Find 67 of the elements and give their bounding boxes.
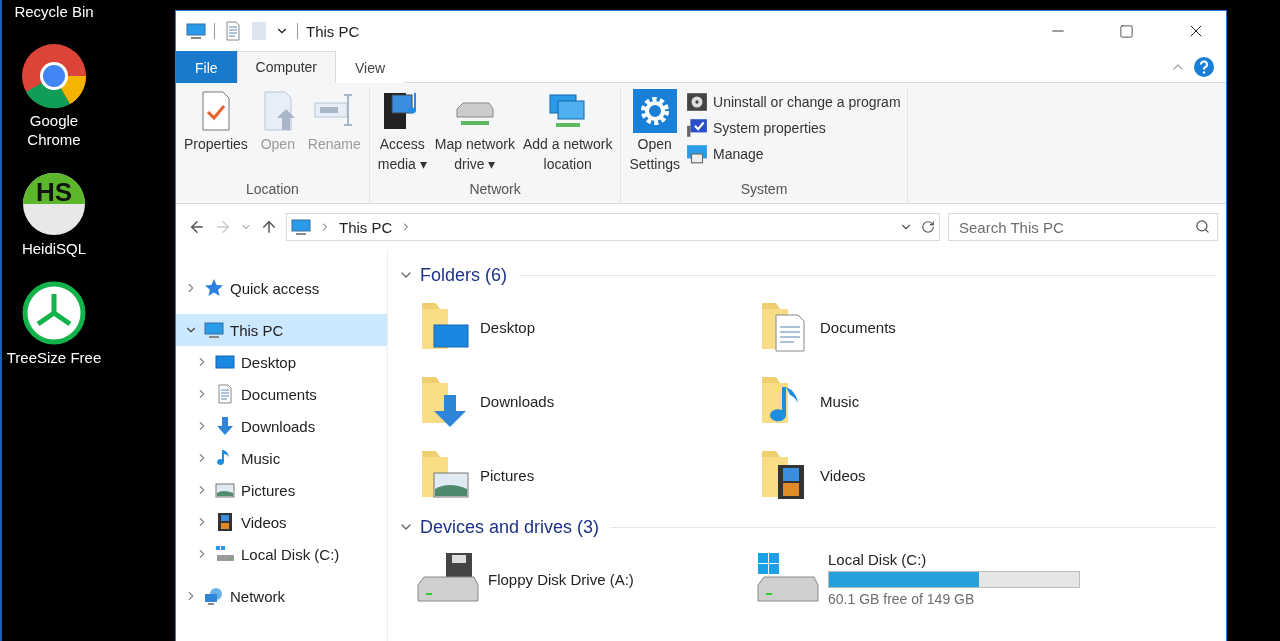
folder-item[interactable]: Downloads [416, 364, 756, 438]
desktop-shortcut[interactable]: Recycle Bin [6, 0, 102, 21]
nav-item[interactable]: Documents [176, 378, 387, 410]
ball-logo-icon [21, 171, 87, 237]
film-icon [215, 512, 235, 532]
maximize-icon[interactable] [1119, 23, 1134, 39]
search-icon[interactable] [1195, 219, 1210, 234]
picture-icon [215, 480, 235, 500]
desktop-shortcut[interactable]: Google Chrome [6, 43, 102, 149]
nav-item[interactable]: This PC [176, 314, 387, 346]
section-title: Devices and drives (3) [420, 516, 600, 538]
disc-box-icon [686, 91, 708, 113]
circle-logo-icon [21, 43, 87, 109]
nav-item[interactable]: Pictures [176, 474, 387, 506]
section-title: Folders (6) [420, 264, 508, 286]
monitor-icon [204, 320, 224, 340]
desktop-shortcut[interactable]: TreeSize Free [6, 280, 102, 367]
nav-item[interactable]: Local Disk (C:) [176, 538, 387, 570]
download-arrow-icon [215, 416, 235, 436]
computer-manage-icon [686, 143, 708, 165]
nav-item[interactable]: Desktop [176, 346, 387, 378]
nav-item[interactable]: Music [176, 442, 387, 474]
folder-item[interactable]: Music [756, 364, 1096, 438]
group-label: System [739, 180, 789, 199]
group-label: Network [468, 180, 522, 199]
monitor-icon [186, 21, 206, 41]
folder-item[interactable]: Documents [756, 290, 1096, 364]
monitor-icon [291, 217, 311, 237]
ribbon-button[interactable]: Properties [182, 89, 250, 177]
refresh-icon[interactable] [921, 220, 935, 234]
search-field[interactable]: Search This PC [948, 213, 1218, 241]
tree-ring-icon [21, 280, 87, 346]
desktop-shortcut[interactable]: HS HeidiSQL [6, 171, 102, 258]
drive-item[interactable]: Floppy Disk Drive (A:) [416, 542, 756, 616]
settings-gear-icon [632, 89, 677, 133]
group-label: Location [244, 180, 300, 199]
ribbon-button[interactable]: Map network drive ▾ [432, 89, 517, 177]
star-icon [204, 278, 224, 298]
breadcrumb-item[interactable]: This PC [339, 218, 393, 236]
window-title: This PC [306, 22, 361, 40]
nav-item[interactable]: Quick access [176, 272, 387, 304]
address-field[interactable]: This PC [286, 213, 940, 241]
logo-text: HS [34, 183, 74, 202]
nav-item[interactable]: Downloads [176, 410, 387, 442]
up-arrow-icon[interactable] [260, 218, 278, 236]
ribbon-button[interactable]: Uninstall or change a program [686, 91, 901, 113]
back-icon[interactable] [188, 218, 206, 236]
ribbon-button[interactable]: Add a network location [520, 89, 615, 177]
document-icon [223, 21, 243, 41]
document-icon [215, 384, 235, 404]
nav-item[interactable]: Network [176, 580, 387, 612]
ribbon-button[interactable]: Manage [686, 143, 901, 165]
ribbon-tab[interactable]: File [176, 51, 237, 83]
folder-item[interactable]: Desktop [416, 290, 756, 364]
ribbon-tab[interactable]: Computer [236, 51, 337, 83]
monitor-check-icon [686, 117, 708, 139]
free-space-text: 60.1 GB free of 149 GB [828, 591, 976, 607]
ribbon-button[interactable]: Access media ▾ [375, 89, 429, 177]
network-icon [204, 586, 224, 606]
drive-icon [215, 544, 235, 564]
folder-item[interactable]: Videos [756, 438, 1096, 512]
ribbon-button[interactable]: System properties [686, 117, 901, 139]
desktop-icon [215, 352, 235, 372]
nav-item[interactable]: Videos [176, 506, 387, 538]
drive-item[interactable]: Local Disk (C:) 60.1 GB free of 149 GB [756, 542, 1096, 616]
ribbon-button[interactable]: Open Settings [627, 89, 682, 177]
folder-item[interactable]: Pictures [416, 438, 756, 512]
